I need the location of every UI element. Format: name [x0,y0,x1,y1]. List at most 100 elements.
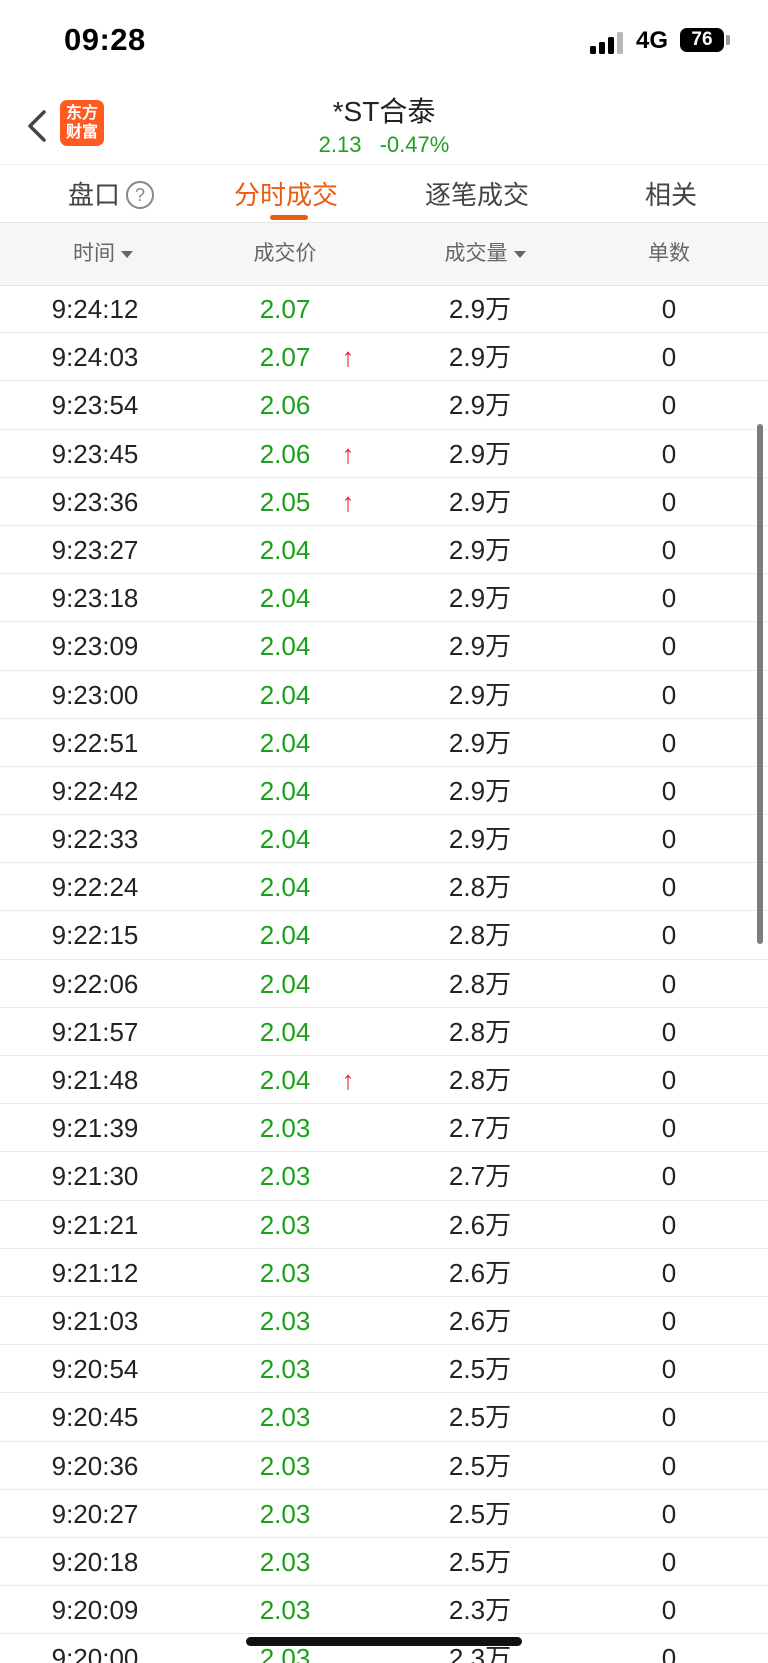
row-count: 0 [661,1113,677,1144]
row-count: 0 [661,1643,677,1663]
row-count: 0 [661,1595,677,1626]
row-up-arrow [336,1152,360,1200]
row-count: 0 [661,824,677,855]
chevron-left-icon [28,110,46,142]
stock-quote: 2.13 -0.47% [0,132,768,158]
row-volume: 2.5万 [448,1498,512,1529]
row-up-arrow [336,285,360,333]
table-row: 9:22:42 2.04 2.9万 0 [0,767,768,816]
row-time: 9:24:12 [51,294,139,324]
row-time: 9:22:24 [51,872,139,903]
row-up-arrow [336,381,360,429]
battery-cap [726,35,730,45]
table-row: 9:21:21 2.03 2.6万 0 [0,1201,768,1249]
row-volume: 2.8万 [448,872,512,903]
trade-list[interactable]: 9:24:12 2.07 2.9万 0 9:24:03 2.07 ↑ 2.9万 0 9:23:54… [0,285,768,1663]
row-time: 9:22:06 [51,968,139,999]
row-up-arrow [336,1538,360,1586]
row-up-arrow [336,1104,360,1152]
row-up-arrow [336,574,360,622]
row-time: 9:22:15 [51,920,139,951]
row-volume: 2.9万 [448,824,512,855]
row-up-arrow [336,1201,360,1249]
tab-tick-trades[interactable]: 逐笔成交 [425,175,529,215]
row-time: 9:24:03 [51,342,139,373]
table-row: 9:21:57 2.04 2.8万 0 [0,1008,768,1056]
row-time: 9:20:18 [51,1546,139,1577]
row-time: 9:20:00 [51,1643,139,1663]
row-volume: 2.7万 [448,1161,512,1192]
battery-icon: 76 [680,28,724,52]
row-volume: 2.6万 [448,1209,512,1240]
row-count: 0 [661,1354,677,1385]
row-volume: 2.3万 [448,1595,512,1626]
row-up-arrow [336,863,360,911]
row-time: 9:21:57 [51,1016,139,1047]
row-up-arrow [336,1297,360,1345]
row-count: 0 [661,968,677,999]
row-time: 9:21:48 [51,1065,139,1095]
row-time: 9:20:27 [51,1498,139,1529]
row-count: 0 [661,1450,677,1481]
row-up-arrow [336,960,360,1008]
status-time: 09:28 [64,22,146,57]
app-logo[interactable]: 东方 财富 [60,100,104,146]
table-row: 9:23:00 2.04 2.9万 0 [0,671,768,719]
row-count: 0 [661,1402,677,1433]
table-row: 9:21:03 2.03 2.6万 0 [0,1297,768,1346]
row-volume: 2.8万 [448,1065,512,1095]
row-up-arrow [336,1008,360,1056]
row-up-arrow: ↑ [341,1065,355,1095]
row-time: 9:21:12 [51,1257,139,1288]
row-count: 0 [661,679,677,710]
table-row: 9:24:03 2.07 ↑ 2.9万 0 [0,333,768,382]
row-count: 0 [661,775,677,806]
table-row: 9:21:12 2.03 2.6万 0 [0,1249,768,1297]
tab-pankou[interactable]: 盘口? [68,175,155,215]
row-up-arrow [336,1393,360,1441]
table-row: 9:22:33 2.04 2.9万 0 [0,815,768,864]
table-row: 9:21:48 2.04 ↑ 2.8万 0 [0,1056,768,1105]
sort-caret-icon [121,250,133,258]
row-time: 9:23:54 [51,390,139,421]
tab-related[interactable]: 相关 [645,175,697,215]
row-time: 9:20:54 [51,1354,139,1385]
row-count: 0 [661,1065,677,1095]
row-volume: 2.9万 [448,583,512,614]
row-count: 0 [661,1498,677,1529]
tab-timeshare-trades[interactable]: 分时成交 [234,175,338,215]
help-icon[interactable]: ? [126,181,155,210]
row-volume: 2.8万 [448,968,512,999]
row-time: 9:22:33 [51,824,139,855]
sort-caret-icon [513,250,526,258]
row-time: 9:23:45 [51,438,139,469]
row-volume: 2.5万 [448,1546,512,1577]
row-up-arrow: ↑ [341,342,355,373]
back-button[interactable] [20,104,56,148]
screen: 09:28 4G 76 *ST合泰 2.13 -0.47% 东方 财富 盘口 ?… [0,0,768,1663]
row-up-arrow [336,1442,360,1490]
row-volume: 2.6万 [448,1305,512,1336]
row-up-arrow [336,1490,360,1538]
row-volume: 2.9万 [448,390,512,421]
table-row: 9:23:09 2.04 2.9万 0 [0,622,768,671]
row-count: 0 [661,486,677,517]
row-volume: 2.9万 [448,438,512,469]
row-count: 0 [661,872,677,903]
table-row: 9:20:36 2.03 2.5万 0 [0,1442,768,1490]
row-up-arrow [336,815,360,863]
row-time: 9:23:27 [51,534,139,565]
table-row: 9:22:06 2.04 2.8万 0 [0,960,768,1008]
home-indicator[interactable] [246,1637,522,1646]
row-up-arrow [336,1586,360,1634]
column-time[interactable]: 时间 [0,223,206,285]
table-row: 9:22:15 2.04 2.8万 0 [0,911,768,960]
row-count: 0 [661,1016,677,1047]
column-price: 成交价 [253,242,317,265]
row-count: 0 [661,920,677,951]
table-row: 9:21:39 2.03 2.7万 0 [0,1104,768,1153]
row-volume: 2.9万 [448,679,512,710]
scrollbar[interactable] [757,424,763,944]
column-volume[interactable]: 成交量 [380,223,590,285]
row-volume: 2.8万 [448,920,512,951]
